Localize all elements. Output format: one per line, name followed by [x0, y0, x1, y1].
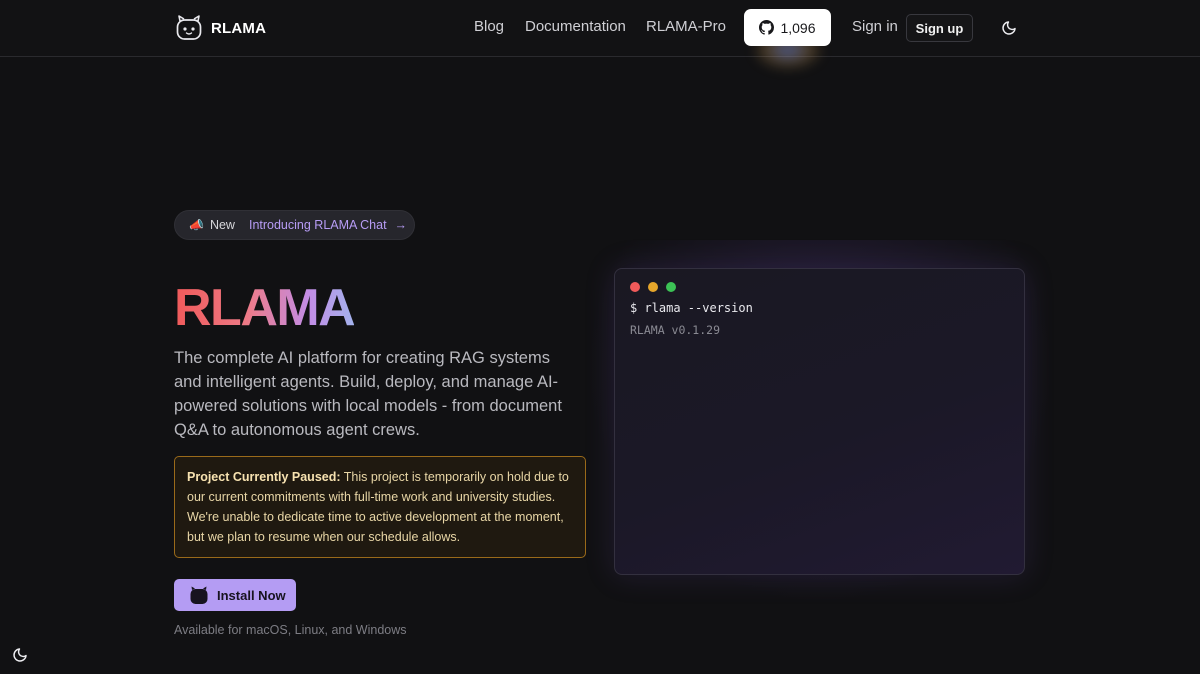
hero-title: RLAMA — [174, 279, 356, 337]
github-stars-count: 1,096 — [780, 19, 816, 36]
robot-icon — [190, 586, 208, 604]
announcement-pill[interactable]: 📣 New Introducing RLAMA Chat → — [174, 210, 415, 240]
theme-toggle-button[interactable] — [999, 18, 1019, 38]
nav-documentation-link[interactable]: Documentation — [525, 18, 626, 35]
sign-up-button[interactable]: Sign up — [906, 14, 973, 42]
floating-theme-toggle[interactable] — [10, 645, 30, 665]
nav-blog-link[interactable]: Blog — [474, 18, 504, 35]
hero-description: The complete AI platform for creating RA… — [174, 349, 562, 439]
sign-in-link[interactable]: Sign in — [852, 18, 898, 35]
announcement-text: Introducing RLAMA Chat — [248, 218, 387, 232]
notice-label: Project Currently Paused: — [187, 470, 341, 484]
announcement-badge: New — [209, 218, 235, 232]
moon-icon — [1002, 21, 1016, 35]
arrow-right-icon: → — [394, 218, 408, 232]
window-minimize-dot — [648, 282, 658, 292]
window-maximize-dot — [666, 282, 676, 292]
github-icon — [759, 20, 775, 35]
moon-icon — [13, 648, 27, 662]
install-now-label: Install Now — [217, 587, 286, 603]
terminal-window: $ rlama --version RLAMA v0.1.29 — [614, 268, 1025, 575]
brand-name: RLAMA — [211, 19, 267, 37]
window-close-dot — [630, 282, 640, 292]
github-stars-button[interactable]: 1,096 — [744, 9, 831, 46]
megaphone-icon: 📣 — [189, 218, 204, 232]
terminal-command: $ rlama --version — [630, 301, 753, 315]
brand-link[interactable]: RLAMA — [174, 13, 266, 43]
project-paused-notice: Project Currently Paused: This project i… — [174, 456, 586, 558]
robot-face-icon — [176, 15, 202, 40]
terminal-output: RLAMA v0.1.29 — [630, 323, 721, 337]
install-now-button[interactable]: Install Now — [174, 579, 296, 611]
site-header: RLAMA Blog Documentation RLAMA-Pro 1,096… — [0, 0, 1200, 70]
landing-page: RLAMA Blog Documentation RLAMA-Pro 1,096… — [0, 0, 1200, 674]
nav-rlama-pro-link[interactable]: RLAMA-Pro — [646, 18, 726, 35]
availability-text: Available for macOS, Linux, and Windows — [174, 623, 407, 637]
